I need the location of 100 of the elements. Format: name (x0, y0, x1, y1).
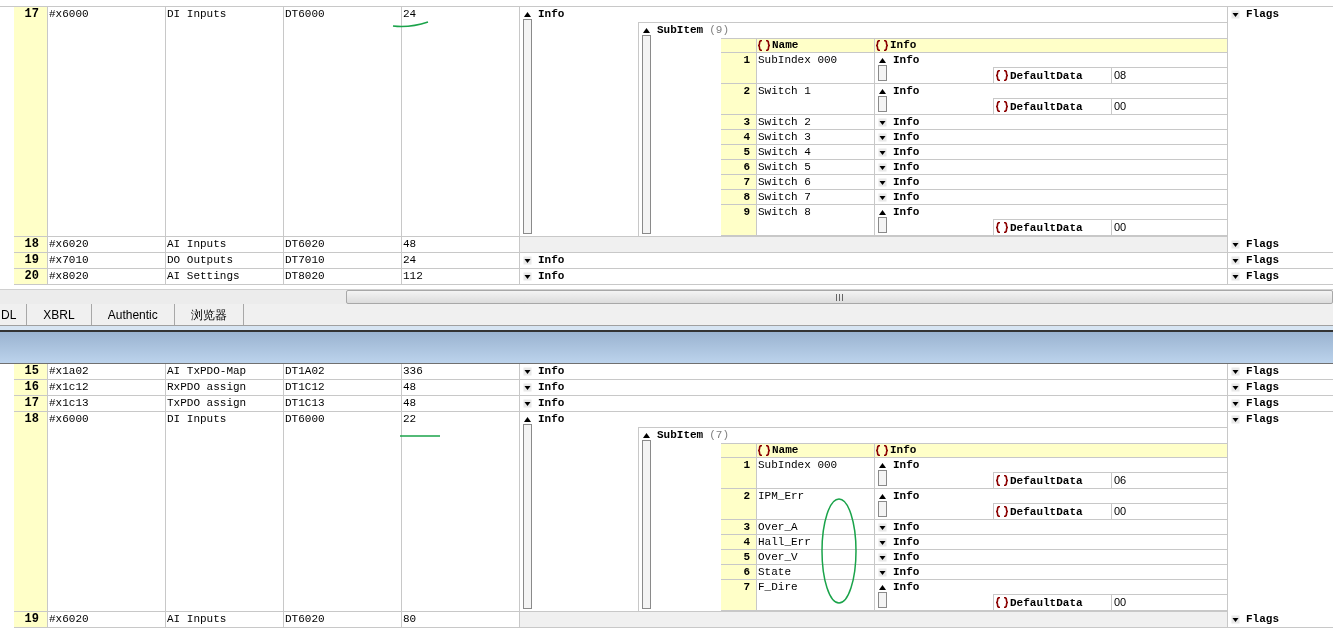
table-cell: SubIndex 000 (757, 458, 875, 488)
info-label: Info (893, 520, 920, 534)
info-label: Info (893, 130, 920, 144)
caret-down-icon[interactable] (878, 552, 887, 562)
table-cell: DT6020 (284, 237, 402, 253)
caret-down-icon[interactable] (1231, 415, 1240, 424)
caret-down-icon[interactable] (1231, 399, 1240, 408)
caret-down-icon[interactable] (1231, 10, 1240, 19)
info-label: Info (538, 380, 565, 396)
table-cell: #x6020 (48, 612, 166, 628)
table-cell: RxPDO assign (166, 380, 284, 396)
table-cell: DT6000 (284, 7, 402, 237)
row-number: 5 (721, 145, 757, 159)
table-cell: #x6000 (48, 412, 166, 612)
row-number: 2 (721, 84, 757, 114)
caret-down-icon[interactable] (523, 399, 532, 408)
table-cell: DT6000 (284, 412, 402, 612)
caret-down-icon[interactable] (523, 272, 532, 281)
info-label: Info (538, 364, 565, 380)
info-label: Info (893, 115, 920, 129)
row-number: 1 (721, 53, 757, 83)
default-data-label: DefaultData (993, 98, 1111, 114)
flags-label: Flags (1246, 380, 1279, 396)
default-data-label: DefaultData (993, 219, 1111, 235)
flags-label: Flags (1246, 253, 1279, 269)
table-cell: Switch 6 (757, 175, 875, 189)
table-cell: 336 (402, 364, 520, 380)
caret-up-icon[interactable] (878, 583, 887, 592)
table-cell: Switch 2 (757, 115, 875, 129)
horizontal-scrollbar[interactable] (0, 289, 1333, 304)
caret-up-icon[interactable] (878, 56, 887, 65)
info-label: Info (893, 175, 920, 189)
info-label: Info (893, 84, 921, 98)
flags-label: Flags (1246, 269, 1279, 285)
row-number: 17 (14, 396, 48, 412)
caret-down-icon[interactable] (523, 256, 532, 265)
braces-icon (875, 445, 889, 456)
default-data-label: DefaultData (993, 594, 1111, 610)
caret-down-icon[interactable] (523, 367, 532, 376)
caret-up-icon[interactable] (878, 461, 887, 470)
caret-down-icon[interactable] (1231, 367, 1240, 376)
caret-down-icon[interactable] (523, 383, 532, 392)
caret-up-icon[interactable] (878, 208, 887, 217)
default-data-value: 00 (1111, 219, 1227, 235)
caret-down-icon[interactable] (1231, 240, 1240, 249)
row-number: 19 (14, 612, 48, 628)
caret-down-icon[interactable] (878, 192, 887, 202)
caret-down-icon[interactable] (1231, 272, 1240, 281)
info-label: Info (893, 53, 921, 67)
info-label: Info (893, 489, 921, 503)
caret-down-icon[interactable] (878, 522, 887, 532)
table-cell: 48 (402, 380, 520, 396)
subitem-count: (9) (709, 23, 730, 39)
caret-down-icon[interactable] (878, 567, 887, 577)
table-cell: DT1C12 (284, 380, 402, 396)
table-cell: Switch 3 (757, 130, 875, 144)
row-number: 6 (721, 160, 757, 174)
info-label: Info (538, 253, 565, 269)
default-data-value: 00 (1111, 594, 1227, 610)
row-number: 15 (14, 364, 48, 380)
caret-down-icon[interactable] (878, 177, 887, 187)
tab[interactable]: DL (0, 304, 28, 325)
caret-down-icon[interactable] (878, 117, 887, 127)
table-cell: #x7010 (48, 253, 166, 269)
table-cell: #x1c12 (48, 380, 166, 396)
caret-up-icon[interactable] (878, 87, 887, 96)
caret-down-icon[interactable] (878, 147, 887, 157)
braces-icon (995, 101, 1009, 112)
braces-icon (757, 40, 771, 51)
row-number: 5 (721, 550, 757, 564)
info-label: Info (893, 160, 920, 174)
table-cell: 112 (402, 269, 520, 285)
braces-icon (995, 222, 1009, 233)
row-number: 4 (721, 535, 757, 549)
braces-icon (757, 445, 771, 456)
table-cell: IPM_Err (757, 489, 875, 519)
caret-down-icon[interactable] (878, 162, 887, 172)
caret-down-icon[interactable] (878, 132, 887, 142)
caret-down-icon[interactable] (878, 537, 887, 547)
grip-icon (835, 293, 844, 301)
caret-down-icon[interactable] (1231, 383, 1240, 392)
row-number: 16 (14, 380, 48, 396)
braces-icon (995, 475, 1009, 486)
info-label: Info (538, 412, 566, 427)
row-number: 3 (721, 115, 757, 129)
table-cell: State (757, 565, 875, 579)
table-cell: AI Inputs (166, 612, 284, 628)
table-cell: DT1C13 (284, 396, 402, 412)
caret-up-icon[interactable] (878, 492, 887, 501)
caret-down-icon[interactable] (1231, 615, 1240, 624)
info-label: Info (893, 145, 920, 159)
flags-label: Flags (1246, 412, 1279, 428)
row-number: 18 (14, 237, 48, 253)
caret-down-icon[interactable] (1231, 256, 1240, 265)
scrollbar-thumb[interactable] (346, 290, 1333, 304)
row-number: 9 (721, 205, 757, 235)
table-cell: AI Settings (166, 269, 284, 285)
row-number: 3 (721, 520, 757, 534)
column-header: Name (757, 444, 875, 457)
flags-label: Flags (1246, 7, 1279, 23)
